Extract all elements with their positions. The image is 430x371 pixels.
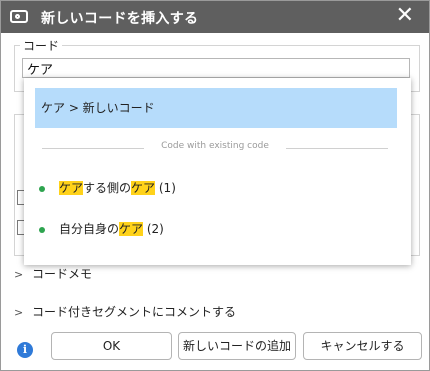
app-logo-icon: [10, 10, 28, 23]
separator-line: [286, 148, 388, 149]
existing-code-item[interactable]: ケアする側のケア (1): [39, 178, 176, 198]
ok-button[interactable]: OK: [51, 332, 172, 360]
separator-label: Code with existing code: [161, 141, 269, 151]
chevron-right-icon: >: [14, 306, 24, 319]
match-highlight: ケア: [59, 181, 84, 195]
new-code-suggestion[interactable]: ケア > 新しいコード: [35, 88, 397, 128]
close-icon[interactable]: ✕: [396, 3, 414, 29]
match-highlight: ケア: [119, 222, 144, 236]
cancel-button[interactable]: キャンセルする: [303, 332, 422, 360]
info-icon[interactable]: i: [17, 342, 33, 358]
code-color-dot: [39, 185, 45, 192]
add-new-code-button[interactable]: 新しいコードの追加: [178, 332, 296, 360]
item-count: (1): [158, 181, 176, 195]
dialog-title: 新しいコードを挿入する: [41, 11, 199, 27]
chevron-right-icon: >: [14, 268, 24, 281]
existing-code-item[interactable]: 自分自身のケア (2): [39, 219, 164, 239]
insert-code-dialog: 新しいコードを挿入する ✕ コード > コードメモ > コード付きセグメントにコ…: [0, 0, 430, 371]
comment-section-label: コード付きセグメントにコメントする: [32, 305, 237, 319]
item-text: する側の: [83, 181, 132, 195]
item-text: 自分自身の: [59, 222, 120, 236]
code-suggestions-dropdown: ケア > 新しいコード Code with existing code ケアする…: [24, 78, 411, 265]
title-bar: 新しいコードを挿入する ✕: [1, 1, 429, 33]
item-count: (2): [146, 222, 164, 236]
code-input[interactable]: [22, 58, 410, 78]
code-label: コード: [20, 37, 63, 54]
existing-code-separator: Code with existing code: [42, 140, 388, 156]
code-color-dot: [39, 226, 45, 233]
match-highlight: ケア: [131, 181, 156, 195]
memo-section-toggle[interactable]: > コードメモ: [14, 265, 92, 282]
memo-section-label: コードメモ: [32, 267, 93, 281]
comment-section-toggle[interactable]: > コード付きセグメントにコメントする: [14, 303, 236, 320]
